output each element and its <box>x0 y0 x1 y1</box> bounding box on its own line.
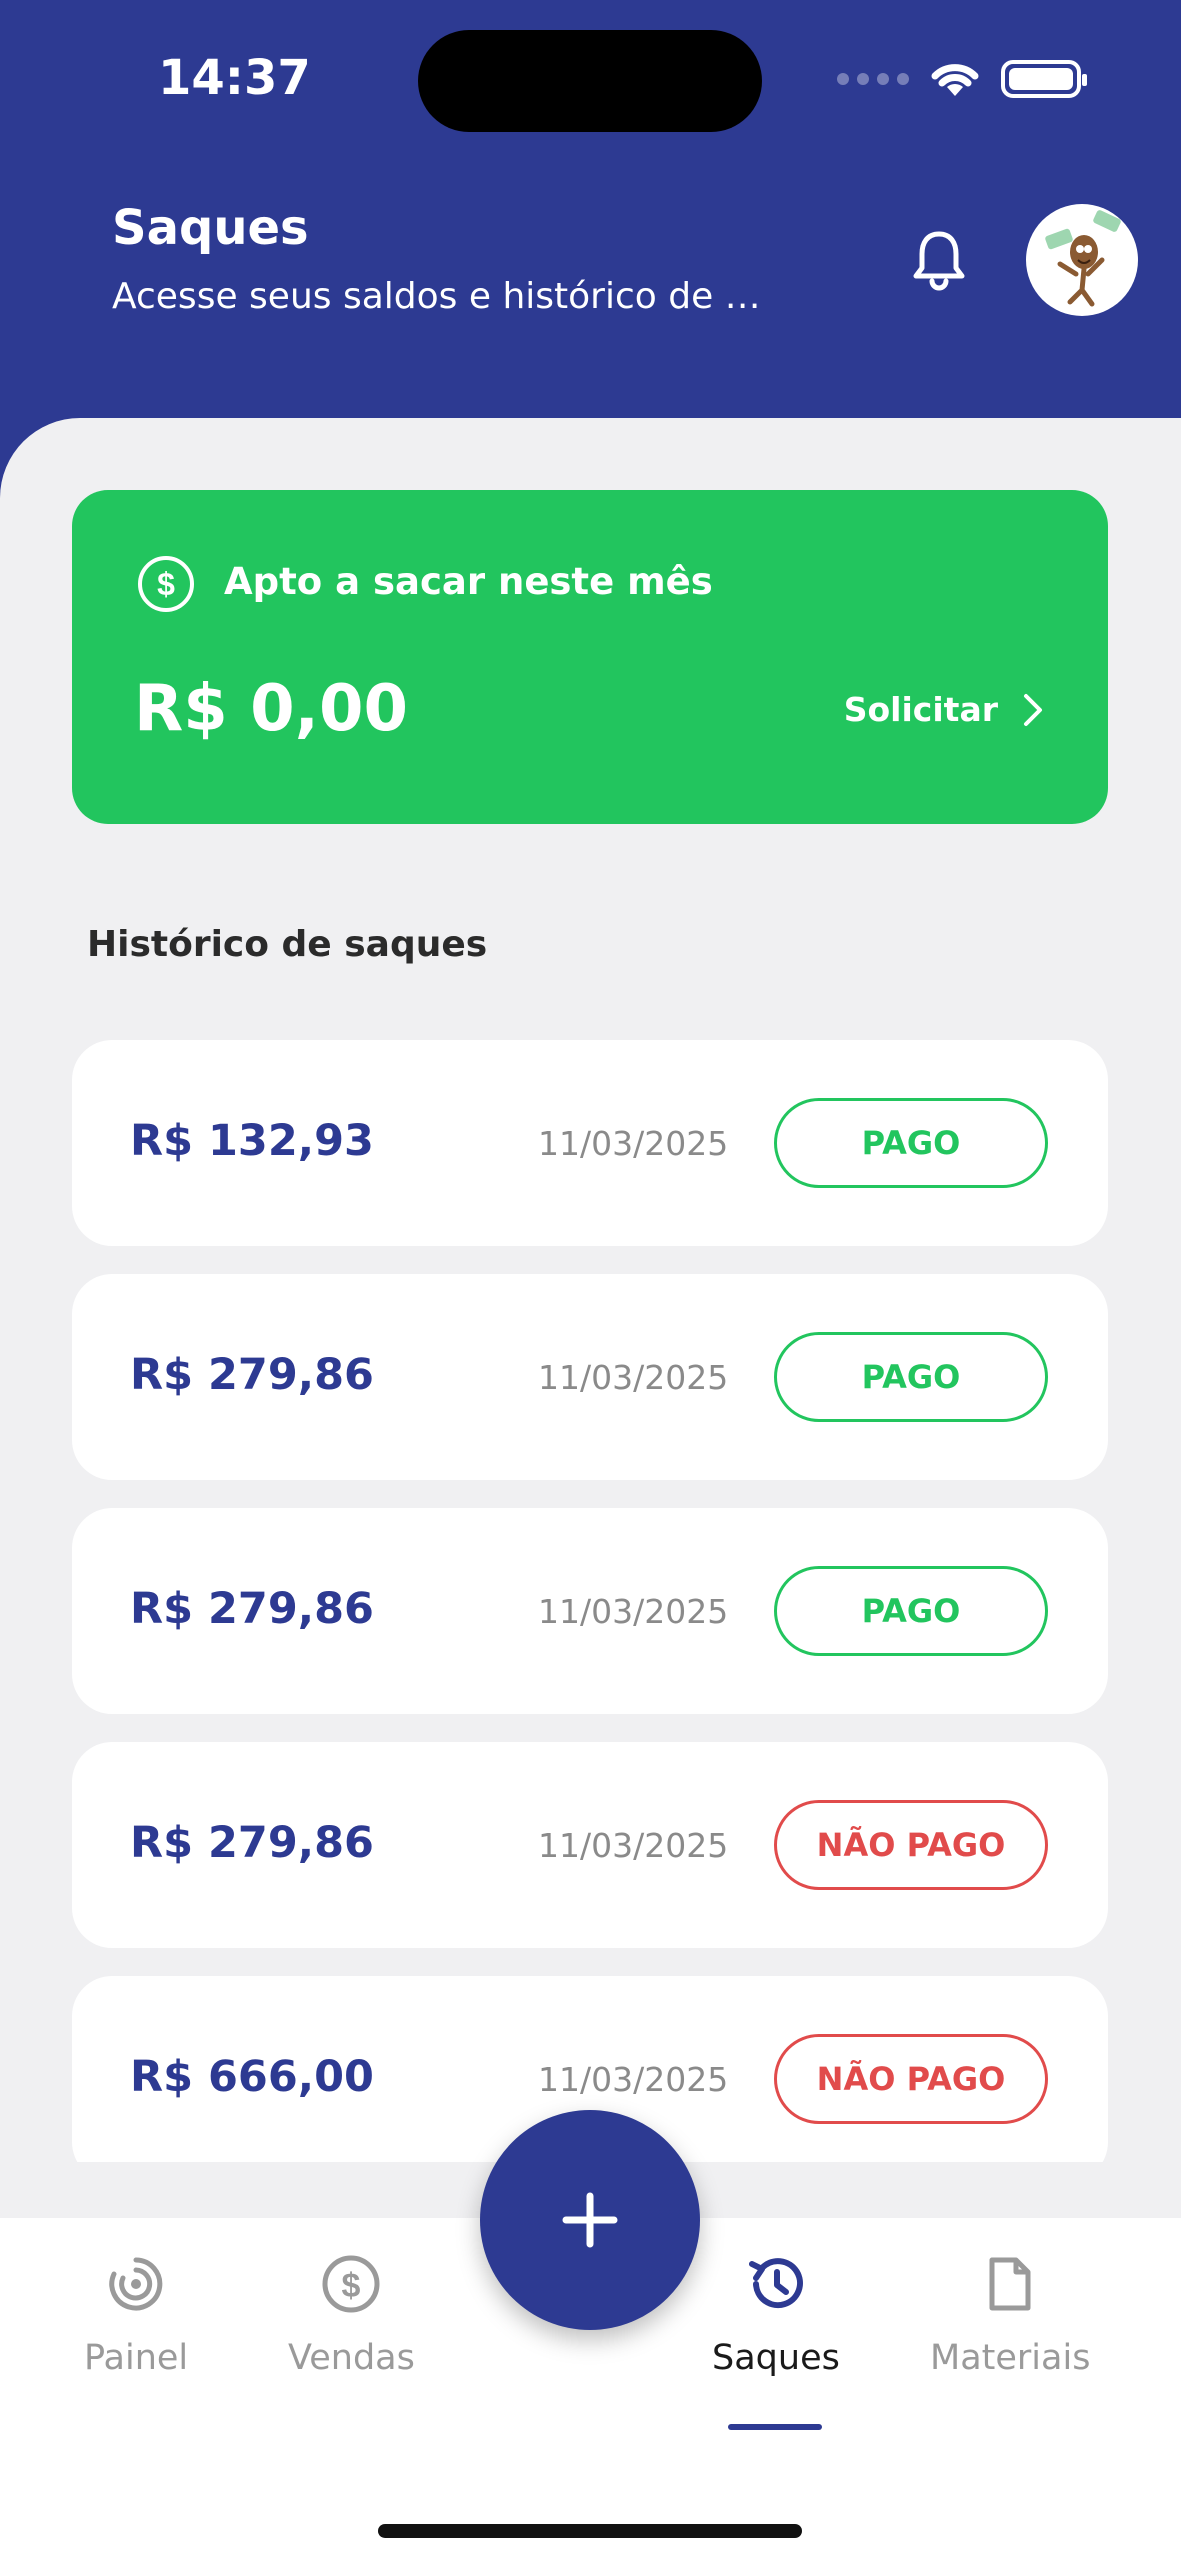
tab-label: Saques <box>712 2338 840 2378</box>
dollar-circle-icon: $ <box>138 556 194 612</box>
row-amount: R$ 666,00 <box>130 2052 374 2102</box>
tab-painel[interactable]: Painel <box>84 2252 188 2378</box>
tab-vendas[interactable]: $ Vendas <box>288 2252 415 2378</box>
status-badge: NÃO PAGO <box>774 2034 1048 2124</box>
request-label: Solicitar <box>843 690 998 729</box>
status-time: 14:37 <box>158 50 311 106</box>
history-row[interactable]: R$ 132,93 11/03/2025 PAGO <box>72 1040 1108 1246</box>
status-icons <box>837 58 1087 100</box>
balance-card: $ Apto a sacar neste mês R$ 0,00 Solicit… <box>72 490 1108 824</box>
tab-materiais[interactable]: Materiais <box>930 2252 1090 2378</box>
page-title: Saques <box>112 200 309 256</box>
history-row[interactable]: R$ 279,86 11/03/2025 NÃO PAGO <box>72 1742 1108 1948</box>
active-tab-indicator <box>728 2424 822 2430</box>
status-badge: NÃO PAGO <box>774 1800 1048 1890</box>
row-date: 11/03/2025 <box>538 2060 729 2099</box>
row-date: 11/03/2025 <box>538 1592 729 1631</box>
tab-label: Materiais <box>930 2338 1091 2378</box>
status-badge: PAGO <box>774 1098 1048 1188</box>
add-button[interactable] <box>480 2110 700 2330</box>
plus-icon <box>562 2192 618 2248</box>
svg-text:$: $ <box>342 2267 361 2305</box>
row-date: 11/03/2025 <box>538 1826 729 1865</box>
dollar-icon: $ <box>322 2255 380 2313</box>
history-title: Histórico de saques <box>87 924 488 965</box>
request-withdrawal-button[interactable]: Solicitar <box>844 690 1044 729</box>
status-badge: PAGO <box>774 1332 1048 1422</box>
tab-label: Vendas <box>288 2338 415 2378</box>
dynamic-island <box>418 30 762 132</box>
profile-avatar[interactable] <box>1026 204 1138 316</box>
notification-bell-icon[interactable] <box>910 228 968 292</box>
tab-saques[interactable]: Saques <box>712 2252 840 2378</box>
home-indicator <box>378 2524 802 2538</box>
document-icon <box>989 2257 1031 2311</box>
svg-text:$: $ <box>157 566 175 602</box>
mascot-avatar-icon <box>1045 210 1121 307</box>
status-badge: PAGO <box>774 1566 1048 1656</box>
cellular-signal-icon <box>837 73 909 85</box>
withdrawal-history-list: R$ 132,93 11/03/2025 PAGO R$ 279,86 11/0… <box>72 1040 1108 2162</box>
balance-value: R$ 0,00 <box>134 672 408 746</box>
row-date: 11/03/2025 <box>538 1124 729 1163</box>
history-row[interactable]: R$ 279,86 11/03/2025 PAGO <box>72 1508 1108 1714</box>
history-icon <box>748 2258 803 2309</box>
balance-label: Apto a sacar neste mês <box>224 560 713 603</box>
page-subtitle: Acesse seus saldos e histórico de s... <box>112 276 772 317</box>
row-date: 11/03/2025 <box>538 1358 729 1397</box>
row-amount: R$ 132,93 <box>130 1116 374 1166</box>
tab-label: Painel <box>84 2338 189 2378</box>
row-amount: R$ 279,86 <box>130 1350 374 1400</box>
chevron-right-icon <box>1024 693 1042 726</box>
dashboard-icon <box>109 2257 163 2311</box>
history-row[interactable]: R$ 279,86 11/03/2025 PAGO <box>72 1274 1108 1480</box>
row-amount: R$ 279,86 <box>130 1584 374 1634</box>
battery-icon <box>1001 60 1087 98</box>
wifi-icon <box>931 64 979 96</box>
row-amount: R$ 279,86 <box>130 1818 374 1868</box>
